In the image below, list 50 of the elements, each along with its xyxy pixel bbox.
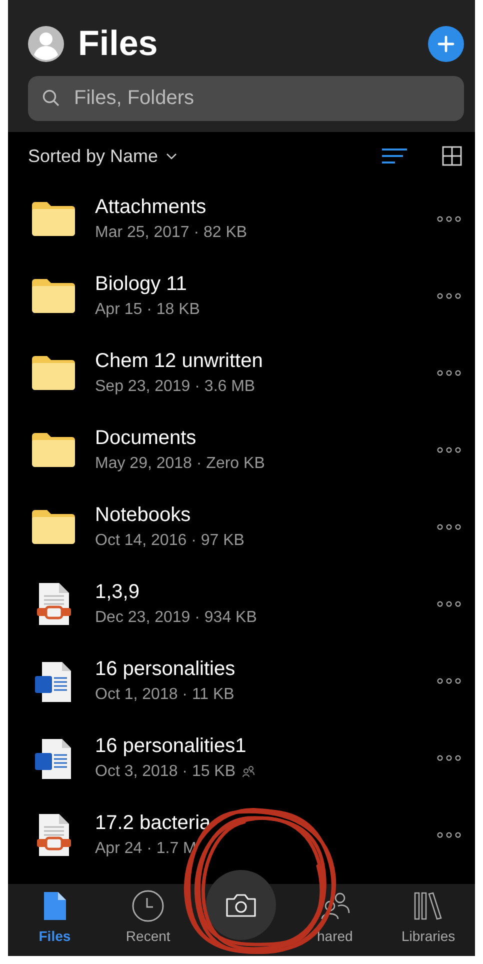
file-name[interactable]: Chem 12 unwritten (95, 350, 437, 372)
chevron-icon (166, 152, 178, 160)
file-details: Mar 25, 2017 · 82 KB (95, 224, 248, 242)
tab[interactable]: Recent (101, 884, 195, 956)
file-name[interactable]: Notebooks (95, 504, 437, 526)
search-field[interactable]: Files, Folders (28, 76, 464, 121)
list-view-icon[interactable] (382, 148, 407, 164)
avatar-icon[interactable] (28, 26, 64, 62)
more-icon (437, 446, 461, 452)
file-details: May 29, 2018 · Zero KB (95, 454, 265, 472)
tab[interactable]: Libraries (382, 884, 475, 956)
file-name[interactable]: 17.2 bacteria (95, 812, 437, 834)
file-name[interactable]: 1,3,9 (95, 580, 437, 604)
document-icon (44, 892, 66, 920)
file-details: Oct 1, 2018 · 11 KB (95, 686, 234, 704)
camera-icon (224, 892, 256, 918)
more-icon (437, 524, 461, 530)
search-icon (42, 89, 60, 107)
file-details: Apr 15 · 18 KB (95, 300, 200, 318)
add-button[interactable] (428, 26, 464, 62)
plus-icon (437, 35, 455, 53)
folder-icon (32, 432, 75, 466)
file-details: Oct 14, 2016 · 97 KB (95, 532, 244, 550)
sort-button[interactable]: Sorted by Name (28, 146, 178, 166)
file-details: Sep 23, 2019 · 3.6 MB (95, 378, 256, 396)
more-icon (437, 754, 461, 760)
tab[interactable]: Files (8, 884, 102, 956)
library-icon (413, 892, 444, 920)
folder-icon (32, 202, 75, 236)
people-icon (320, 892, 350, 920)
file-name[interactable]: 16 personalities (95, 658, 437, 680)
more-icon (437, 292, 461, 298)
file-details: Dec 23, 2019 · 934 KB (95, 608, 257, 626)
file-name[interactable]: 16 personalities1 (95, 734, 437, 758)
page-title: Files (78, 24, 159, 64)
grid-view-icon[interactable] (442, 146, 462, 166)
file-name[interactable]: Documents (95, 426, 437, 450)
file-name[interactable]: Attachments (95, 196, 437, 218)
more-icon (437, 216, 461, 222)
folder-icon (32, 356, 75, 390)
file-name[interactable]: Biology 11 (95, 272, 437, 296)
folder-icon (32, 278, 75, 312)
file-details: Oct 3, 2018 · 15 KB (95, 762, 236, 780)
more-icon (437, 370, 461, 376)
folder-icon (32, 510, 75, 544)
clock-icon (132, 890, 164, 922)
more-icon (437, 832, 461, 838)
more-icon (437, 600, 461, 606)
tab[interactable]: hared (288, 884, 382, 956)
more-icon (437, 678, 461, 684)
